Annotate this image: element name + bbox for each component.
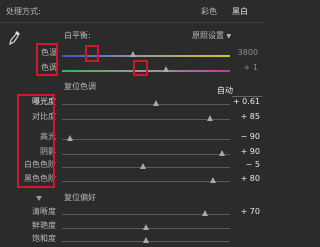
tone-slider-track[interactable] — [62, 104, 230, 105]
presence-slider-thumb[interactable] — [201, 210, 208, 216]
tone-slider-thumb[interactable] — [206, 115, 213, 121]
tint-value[interactable]: + 1 — [232, 63, 258, 73]
presence-slider-label: 鲜艳度 — [32, 221, 56, 230]
tone-slider-value[interactable]: − 5 — [230, 160, 260, 170]
treatment-color-option[interactable]: 彩色 — [201, 7, 217, 17]
presence-slider-thumb[interactable] — [143, 237, 149, 243]
tone-slider-track[interactable] — [62, 167, 230, 168]
annotation-box-wb-labels — [36, 43, 58, 76]
tone-slider-value[interactable]: + 0.61 — [230, 97, 260, 107]
white-balance-label: 白平衡: — [64, 31, 91, 40]
tone-slider-track[interactable] — [62, 181, 230, 182]
tone-slider-track[interactable] — [62, 139, 230, 140]
treatment-label: 处理方式: — [6, 7, 41, 16]
presence-slider-label: 清晰度 — [32, 207, 56, 216]
presence-slider-label: 饱和度 — [32, 234, 56, 243]
tone-slider-thumb[interactable] — [218, 150, 225, 156]
tone-auto-button[interactable]: 自动 — [217, 86, 233, 96]
tone-slider-thumb[interactable] — [210, 177, 217, 183]
annotation-box-tint-thumb — [133, 60, 148, 76]
chevron-down-icon: ▼ — [226, 33, 232, 40]
tone-slider-track[interactable] — [62, 154, 230, 155]
presence-slider-value[interactable]: + 70 — [230, 207, 260, 217]
header-divider — [0, 22, 265, 23]
tone-slider-track[interactable] — [62, 119, 230, 120]
tone-slider-value[interactable]: + 90 — [230, 147, 260, 157]
tone-slider-thumb[interactable] — [139, 163, 146, 169]
tone-slider-value[interactable]: − 90 — [230, 132, 260, 142]
tone-slider-thumb[interactable] — [67, 135, 74, 141]
temp-slider-thumb[interactable] — [129, 51, 136, 57]
tone-slider-value[interactable]: + 85 — [230, 112, 260, 122]
annotation-box-temp-thumb — [85, 45, 99, 62]
presence-section-title[interactable]: 复位偏好 — [64, 193, 96, 203]
annotation-box-tone-labels — [17, 94, 55, 188]
white-balance-preset-value: 原照设置 — [192, 31, 224, 40]
tint-slider-thumb[interactable] — [163, 66, 170, 72]
presence-slider-thumb[interactable] — [143, 224, 149, 230]
treatment-bw-option[interactable]: 黑白 — [232, 7, 248, 17]
tone-section-title[interactable]: 复位色调 — [64, 82, 96, 92]
tone-slider-thumb[interactable] — [153, 100, 160, 106]
temp-value[interactable]: 3800 — [232, 48, 258, 58]
basic-develop-panel: 处理方式: 彩色 黑白 白平衡: 原照设置 ▼ 色温 3800 色调 + 1 复… — [0, 0, 265, 247]
presence-collapse-icon[interactable] — [36, 196, 42, 201]
white-balance-preset[interactable]: 原照设置 ▼ — [192, 31, 231, 42]
eyedropper-icon[interactable] — [9, 30, 21, 46]
tone-slider-value[interactable]: + 80 — [230, 174, 260, 184]
